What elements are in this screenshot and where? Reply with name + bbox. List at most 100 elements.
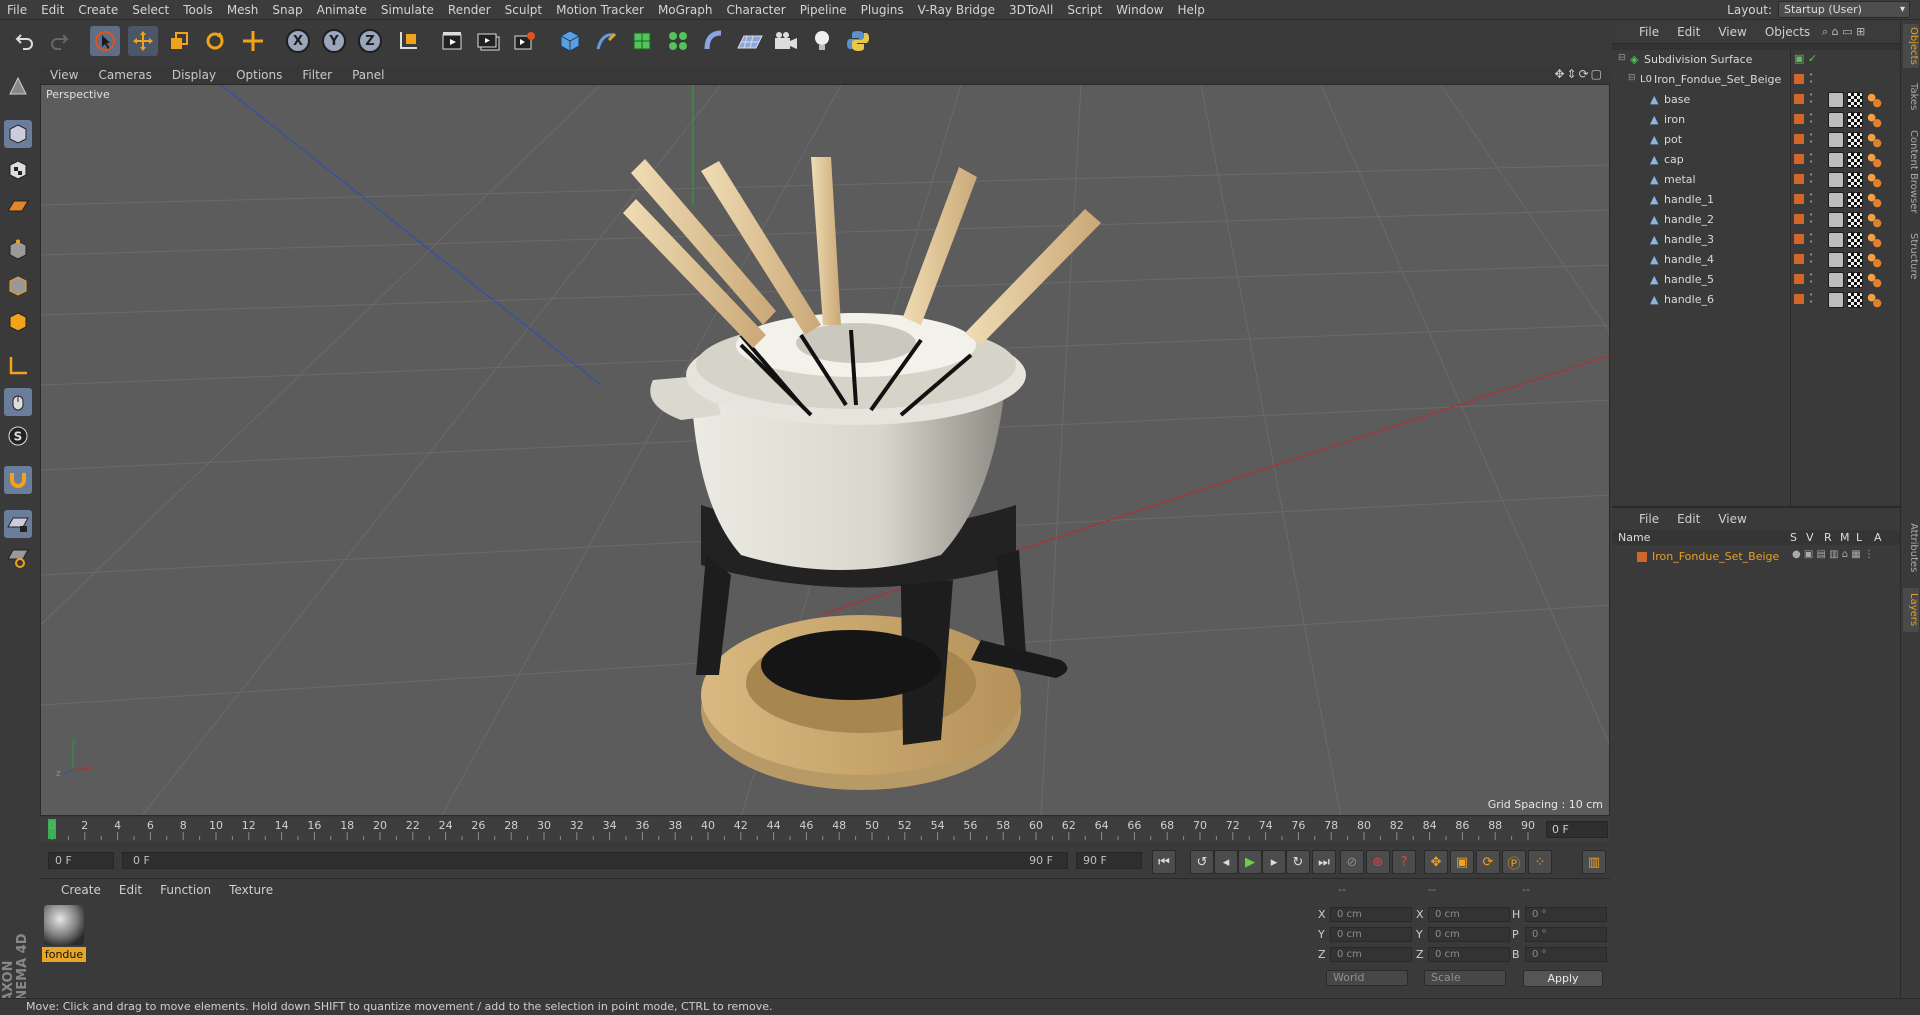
texture-tag-icon[interactable] — [1847, 272, 1863, 288]
visibility-dots-icon[interactable]: • • — [1809, 252, 1813, 266]
phong-tag-icon[interactable] — [1828, 292, 1844, 308]
layer-color-swatch[interactable] — [1637, 552, 1647, 562]
play-icon[interactable]: ▶ — [1238, 850, 1262, 874]
side-tab-layers[interactable]: Layers — [1903, 588, 1919, 632]
viewport-menu-cameras[interactable]: Cameras — [88, 68, 161, 82]
prev-key-icon[interactable]: ↺ — [1190, 850, 1214, 874]
viewport-menu-panel[interactable]: Panel — [342, 68, 394, 82]
coordinate-space-dropdown[interactable]: World — [1326, 970, 1408, 986]
size-x-field[interactable]: 0 cm — [1428, 907, 1510, 922]
object-row[interactable]: ▲ handle_6 • • — [1612, 290, 1900, 310]
scale-icon[interactable] — [164, 26, 194, 56]
key-position-icon[interactable]: ✥ — [1424, 850, 1448, 874]
render-view-icon[interactable] — [438, 26, 468, 56]
phong-tag-icon[interactable] — [1828, 272, 1844, 288]
enabled-check-icon[interactable]: ▣ ✓ — [1794, 52, 1817, 65]
edit-render-settings-icon[interactable] — [510, 26, 540, 56]
object-row[interactable]: ▲ metal • • — [1612, 170, 1900, 190]
menu-plugins[interactable]: Plugins — [854, 3, 911, 17]
phong-tag-icon[interactable] — [1828, 132, 1844, 148]
layer-color-icon[interactable] — [1794, 174, 1804, 184]
cloner-icon[interactable] — [663, 26, 693, 56]
visibility-dots-icon[interactable]: • • — [1809, 192, 1813, 206]
floor-icon[interactable] — [735, 26, 765, 56]
layer-row[interactable]: Iron_Fondue_Set_Beige ● ▣ ▤ ▥ ⌂ ▦ ⋮ — [1612, 548, 1900, 565]
position-z-field[interactable]: 0 cm — [1330, 947, 1412, 962]
move-icon[interactable] — [128, 26, 158, 56]
visibility-dots-icon[interactable]: • • — [1809, 272, 1813, 286]
x-axis-icon[interactable]: X — [283, 26, 313, 56]
side-tab-content-browser[interactable]: Content Browser — [1903, 124, 1919, 220]
material-tag-icon[interactable] — [1866, 272, 1882, 288]
rotation-p-field[interactable]: 0 ° — [1525, 927, 1607, 942]
phong-tag-icon[interactable] — [1828, 172, 1844, 188]
timeline-window-icon[interactable]: ▥ — [1582, 850, 1606, 874]
live-select-icon[interactable] — [90, 26, 120, 56]
material-tag-icon[interactable] — [1866, 232, 1882, 248]
visibility-dots-icon[interactable]: • • — [1809, 232, 1813, 246]
object-menu-objects[interactable]: Objects — [1756, 25, 1819, 39]
visibility-dots-icon[interactable]: • • — [1809, 172, 1813, 186]
object-row[interactable]: ▲ handle_1 • • — [1612, 190, 1900, 210]
apply-button[interactable]: Apply — [1523, 970, 1603, 987]
menu-snap[interactable]: Snap — [265, 3, 309, 17]
layer-color-icon[interactable] — [1794, 214, 1804, 224]
material-tag-icon[interactable] — [1866, 212, 1882, 228]
material-swatch[interactable]: fondue — [42, 905, 86, 962]
phong-tag-icon[interactable] — [1828, 92, 1844, 108]
texture-tag-icon[interactable] — [1847, 232, 1863, 248]
layer-color-icon[interactable] — [1794, 274, 1804, 284]
menu-tools[interactable]: Tools — [176, 3, 220, 17]
camera-icon[interactable] — [771, 26, 801, 56]
size-mode-dropdown[interactable]: Scale — [1424, 970, 1506, 986]
size-y-field[interactable]: 0 cm — [1428, 927, 1510, 942]
texture-tag-icon[interactable] — [1847, 252, 1863, 268]
object-row[interactable]: ▲ cap • • — [1612, 150, 1900, 170]
cube-icon[interactable] — [555, 26, 585, 56]
viewport-menu-filter[interactable]: Filter — [292, 68, 342, 82]
side-tab-takes[interactable]: Takes — [1903, 80, 1919, 114]
key-parameter-icon[interactable]: Ⓟ — [1502, 850, 1526, 874]
material-menu-edit[interactable]: Edit — [110, 883, 151, 897]
model-mode-icon[interactable] — [4, 120, 32, 148]
viewport-menu-options[interactable]: Options — [226, 68, 292, 82]
layer-toggle-icons[interactable]: ● ▣ ▤ ▥ ⌂ ▦ ⋮ — [1792, 549, 1874, 560]
object-row[interactable]: ▲ handle_2 • • — [1612, 210, 1900, 230]
layer-color-icon[interactable] — [1794, 74, 1804, 84]
visibility-dots-icon[interactable]: • • — [1809, 292, 1813, 306]
texture-tag-icon[interactable] — [1847, 212, 1863, 228]
texture-mode-icon[interactable] — [4, 156, 32, 184]
end-frame-field[interactable]: 90 F — [1076, 852, 1142, 869]
menu-simulate[interactable]: Simulate — [374, 3, 441, 17]
side-tab-structure[interactable]: Structure — [1903, 230, 1919, 282]
object-row[interactable]: ▲ handle_3 • • — [1612, 230, 1900, 250]
axis-mode-icon[interactable] — [4, 352, 32, 380]
points-mode-icon[interactable] — [4, 236, 32, 264]
light-icon[interactable] — [807, 26, 837, 56]
layer-color-icon[interactable] — [1794, 134, 1804, 144]
current-frame-field[interactable]: 0 F — [1546, 821, 1608, 838]
texture-tag-icon[interactable] — [1847, 132, 1863, 148]
visibility-dots-icon[interactable]: • • — [1809, 132, 1813, 146]
next-key-icon[interactable]: ↻ — [1286, 850, 1310, 874]
edges-mode-icon[interactable] — [4, 272, 32, 300]
keyframe-selection-icon[interactable]: ? — [1392, 850, 1416, 874]
undo-icon[interactable] — [10, 26, 40, 56]
autokey-icon[interactable]: ⊛ — [1366, 850, 1390, 874]
viewport-menu-display[interactable]: Display — [162, 68, 226, 82]
material-tag-icon[interactable] — [1866, 152, 1882, 168]
timeline[interactable]: 0246810121416182022242628303234363840424… — [40, 818, 1610, 842]
layer-color-icon[interactable] — [1794, 194, 1804, 204]
layer-color-icon[interactable] — [1794, 234, 1804, 244]
viewport-camera-label[interactable]: Perspective — [46, 88, 110, 101]
layer-color-icon[interactable] — [1794, 254, 1804, 264]
texture-tag-icon[interactable] — [1847, 112, 1863, 128]
texture-tag-icon[interactable] — [1847, 192, 1863, 208]
tweak-mode-icon[interactable] — [4, 388, 32, 416]
texture-tag-icon[interactable] — [1847, 152, 1863, 168]
menu-file[interactable]: File — [0, 3, 34, 17]
key-pla-icon[interactable]: ⁘ — [1528, 850, 1552, 874]
material-tag-icon[interactable] — [1866, 132, 1882, 148]
transform-icon[interactable] — [238, 26, 268, 56]
menu-create[interactable]: Create — [71, 3, 125, 17]
